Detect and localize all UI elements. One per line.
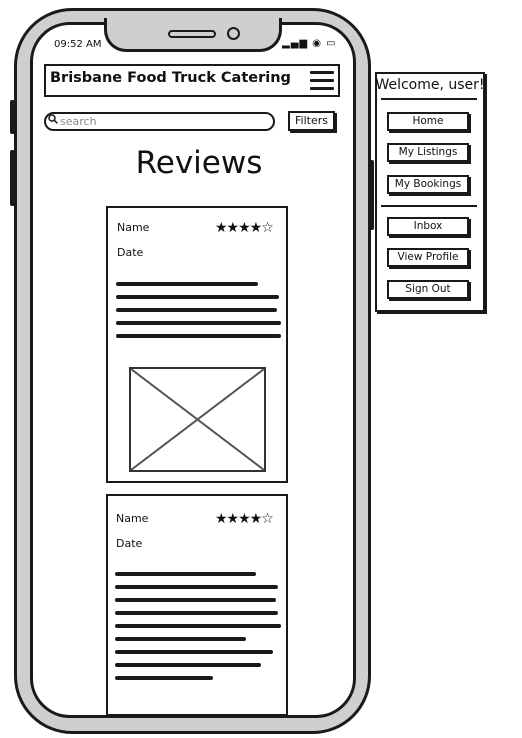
home-button[interactable]: Home — [387, 112, 469, 131]
my-bookings-button[interactable]: My Bookings — [387, 175, 469, 194]
search-input[interactable] — [60, 113, 260, 129]
inbox-button[interactable]: Inbox — [387, 217, 469, 236]
status-time: 09:52 AM — [54, 39, 102, 50]
review-name: Name — [117, 221, 150, 234]
speaker-icon — [168, 30, 216, 38]
phone-side-button — [10, 100, 15, 134]
review-card — [106, 494, 288, 716]
star-rating: ★★★★☆ — [215, 220, 274, 236]
status-icons: ▂▄▆ ◉ ▭ — [282, 38, 337, 49]
welcome-text: Welcome, user! — [375, 77, 485, 93]
my-listings-button[interactable]: My Listings — [387, 143, 469, 162]
star-rating: ★★★★☆ — [215, 511, 274, 527]
review-date: Date — [117, 246, 144, 259]
menu-divider — [381, 98, 477, 100]
page-title: Reviews — [135, 145, 263, 181]
review-image-placeholder — [129, 367, 266, 472]
view-profile-button[interactable]: View Profile — [387, 248, 469, 267]
camera-icon — [227, 27, 240, 40]
hamburger-icon[interactable] — [310, 71, 336, 91]
review-date: Date — [116, 537, 143, 550]
filters-button[interactable]: Filters — [288, 111, 335, 131]
app-title: Brisbane Food Truck Catering — [50, 70, 291, 86]
search-icon — [48, 114, 58, 127]
review-name: Name — [116, 512, 149, 525]
sign-out-button[interactable]: Sign Out — [387, 280, 469, 299]
menu-divider — [381, 205, 477, 207]
